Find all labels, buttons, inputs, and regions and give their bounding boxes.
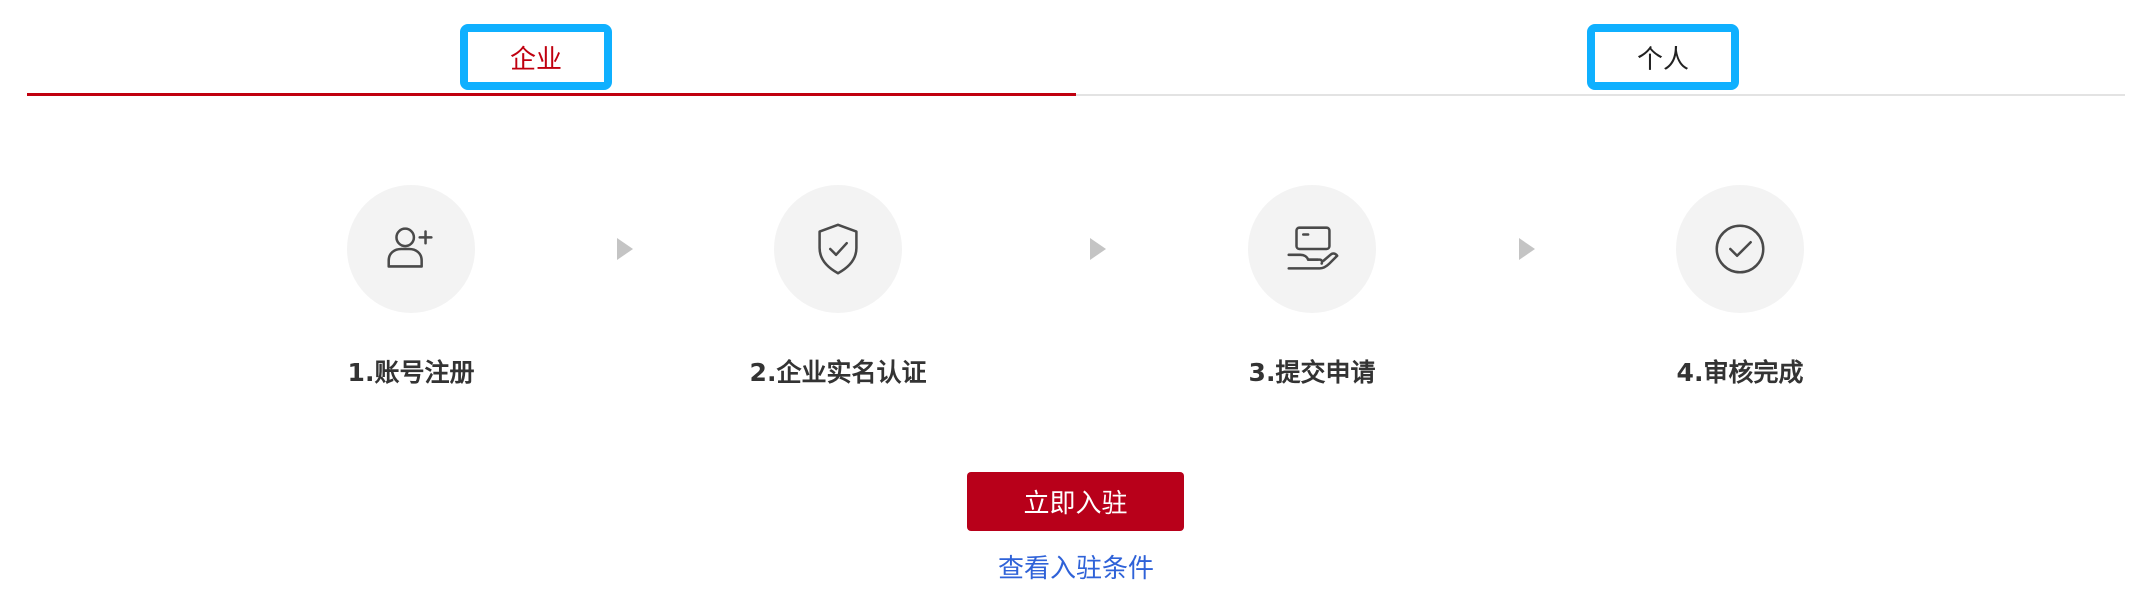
shield-check-icon — [818, 223, 858, 275]
tab-enterprise-underline — [27, 93, 1076, 96]
step-4-label: 4.审核完成 — [1676, 358, 1804, 387]
step-2-icon-circle — [774, 185, 902, 313]
check-circle-icon — [1715, 224, 1765, 274]
step-account-register: 1.账号注册 — [281, 185, 541, 389]
step-arrow-2 — [1090, 238, 1106, 260]
step-enterprise-verification: 2.企业实名认证 — [708, 185, 968, 389]
tab-personal-label[interactable]: 个人 — [1587, 24, 1739, 90]
hand-card-icon — [1287, 226, 1339, 270]
step-arrow-1 — [617, 238, 633, 260]
tab-bar: 企业 个人 — [27, 0, 2125, 96]
tab-enterprise-label[interactable]: 企业 — [460, 24, 612, 90]
step-arrow-3 — [1519, 238, 1535, 260]
tab-personal-underline — [1076, 94, 2125, 96]
step-review-complete: 4.审核完成 — [1610, 185, 1870, 389]
tab-enterprise[interactable]: 企业 — [27, 0, 1076, 96]
step-1-label: 1.账号注册 — [347, 358, 475, 387]
step-3-icon-circle — [1248, 185, 1376, 313]
view-join-conditions-link[interactable]: 查看入驻条件 — [900, 548, 1252, 585]
join-now-button[interactable]: 立即入驻 — [967, 472, 1184, 531]
step-3-label: 3.提交申请 — [1248, 358, 1376, 387]
step-1-icon-circle — [347, 185, 475, 313]
step-4-icon-circle — [1676, 185, 1804, 313]
step-submit-application: 3.提交申请 — [1182, 185, 1442, 389]
user-add-icon — [387, 227, 433, 268]
step-2-label: 2.企业实名认证 — [749, 358, 927, 387]
tab-personal[interactable]: 个人 — [1076, 0, 2125, 96]
